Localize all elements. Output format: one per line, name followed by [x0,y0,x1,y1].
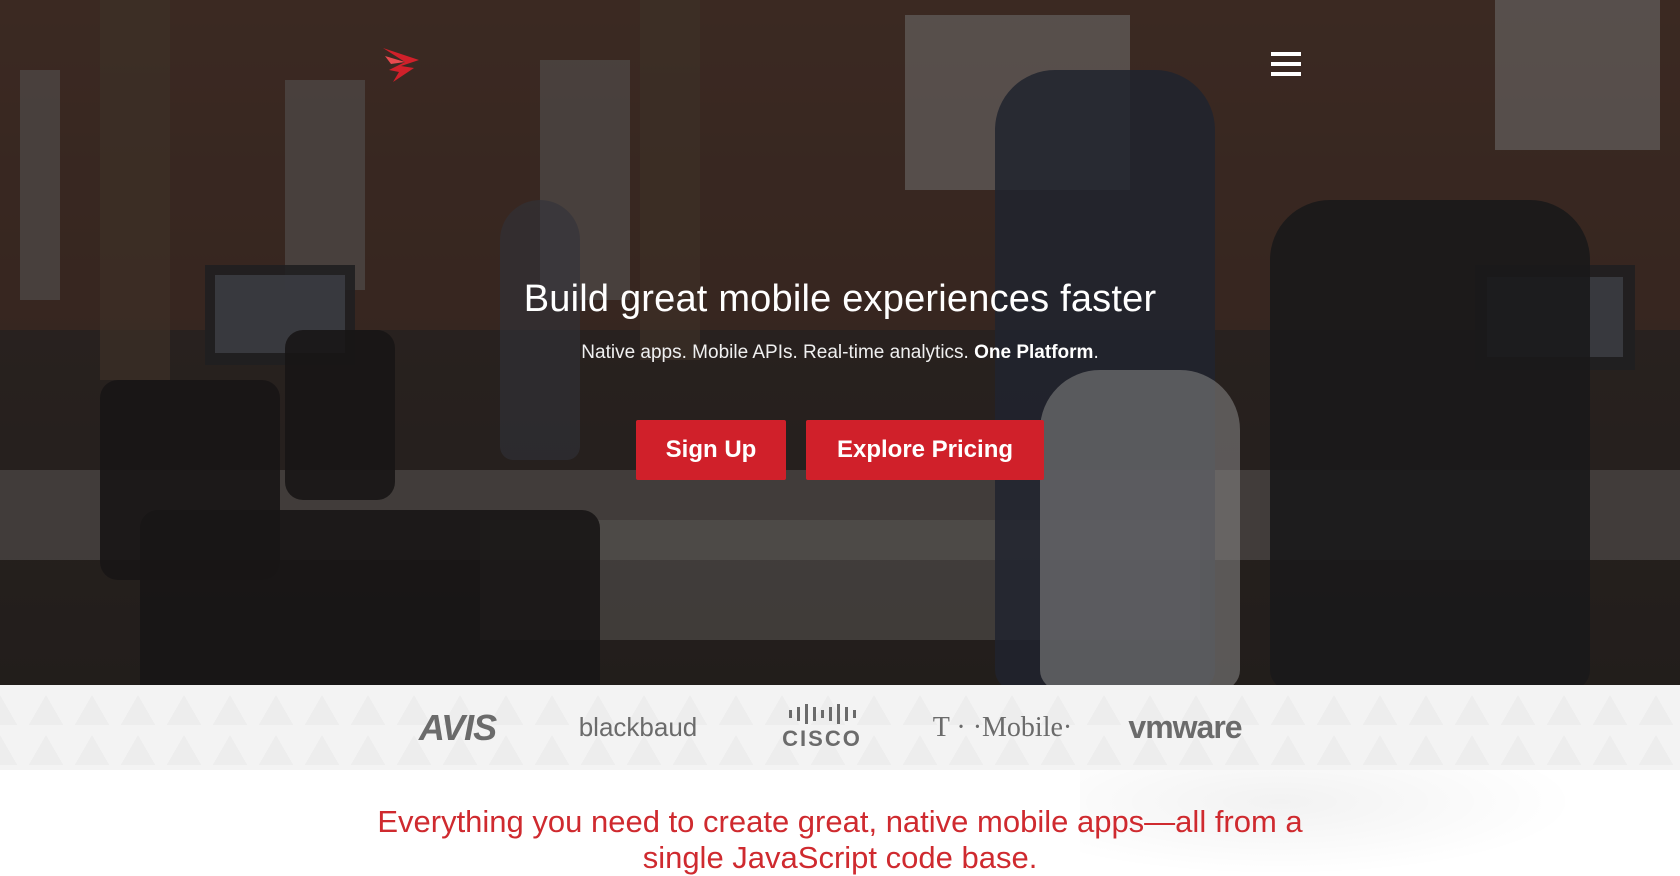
avis-logo: AVIS [418,706,497,748]
hero-subtitle: Native apps. Mobile APIs. Real-time anal… [0,342,1680,364]
sign-up-button[interactable]: Sign Up [636,420,786,480]
hero-title: Build great mobile experiences faster [523,278,1157,320]
explore-pricing-button[interactable]: Explore Pricing [806,420,1044,480]
features-section: Everything you need to create great, nat… [0,770,1680,876]
blackbaud-logo: blackbaud [578,712,698,742]
hero-subtitle-emphasis: One Platform [974,342,1094,363]
cisco-bars-icon [788,703,856,724]
appcelerator-logo-icon[interactable] [381,46,421,84]
cisco-wordmark: CISCO [782,725,862,751]
hero-section: Build great mobile experiences faster Na… [0,0,1680,685]
client-logos-strip: AVIS blackbaud CISCO T · ·Mobile· vmware [0,685,1680,770]
hero-subtitle-text: Native apps. Mobile APIs. Real-time anal… [581,342,975,363]
vmware-logo: vmware [1128,709,1242,745]
cisco-logo: CISCO [772,685,872,770]
tmobile-logo: T · ·Mobile· [932,711,1073,743]
features-heading: Everything you need to create great, nat… [377,804,1303,875]
hamburger-menu-icon[interactable] [1271,52,1303,80]
hero-subtitle-period: . [1093,342,1099,363]
